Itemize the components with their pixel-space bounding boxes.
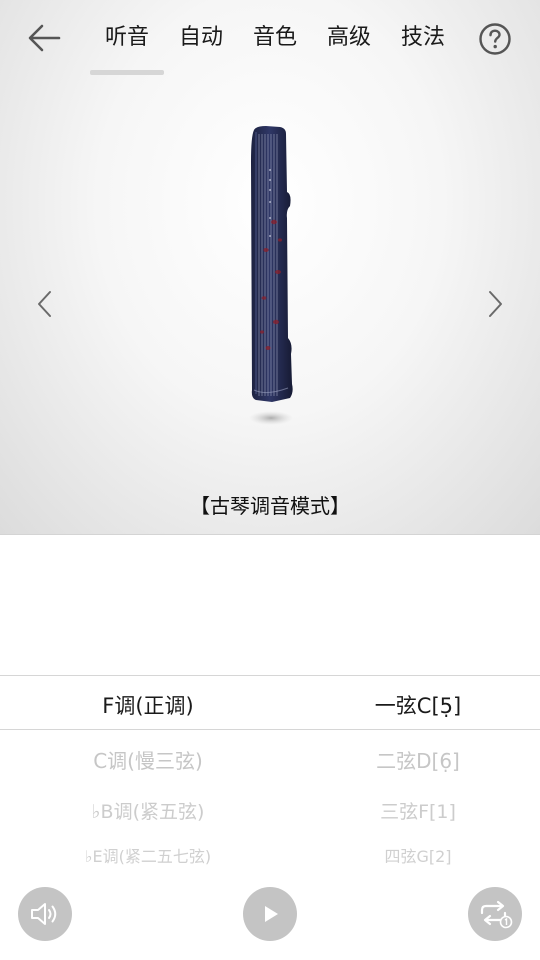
chevron-right-icon xyxy=(489,291,502,317)
top-tab-bar: 听音 自动 音色 高级 技法 xyxy=(90,18,460,75)
arrow-left-icon xyxy=(28,24,61,52)
instrument-viewer-panel: 听音 自动 音色 高级 技法 【古琴调音模式】 xyxy=(0,0,540,535)
tab-auto[interactable]: 自动 xyxy=(164,18,238,60)
string-option[interactable]: 一弦C[5̣] xyxy=(296,690,540,720)
string-option[interactable]: 二弦D[6̣] xyxy=(296,745,540,774)
tuning-option[interactable]: ♭E调(紧二五七弦) xyxy=(0,843,296,867)
picker-selection-divider xyxy=(0,729,540,730)
next-instrument-button[interactable] xyxy=(480,288,510,320)
tab-timbre[interactable]: 音色 xyxy=(238,18,312,60)
string-option[interactable]: 四弦G[2] xyxy=(296,843,540,867)
tab-listen[interactable]: 听音 xyxy=(90,18,164,75)
picker-top-divider xyxy=(0,675,540,676)
help-button[interactable] xyxy=(478,22,512,56)
play-button[interactable] xyxy=(243,887,297,941)
question-circle-icon xyxy=(479,23,511,55)
string-option[interactable]: 三弦F[1] xyxy=(296,797,540,824)
chevron-left-icon xyxy=(38,291,51,317)
tab-technique[interactable]: 技法 xyxy=(386,18,460,60)
guqin-image xyxy=(249,126,293,425)
loop-button[interactable] xyxy=(468,887,522,941)
sound-button[interactable] xyxy=(18,887,72,941)
repeat-one-icon xyxy=(480,900,513,929)
tab-advanced[interactable]: 高级 xyxy=(312,18,386,60)
previous-instrument-button[interactable] xyxy=(30,288,60,320)
tuning-option[interactable]: C调(慢三弦) xyxy=(0,745,296,774)
tuning-option[interactable]: ♭B调(紧五弦) xyxy=(0,797,296,824)
mode-label: 【古琴调音模式】 xyxy=(190,494,350,518)
back-button[interactable] xyxy=(22,18,66,58)
speaker-icon xyxy=(31,903,57,925)
play-icon xyxy=(265,906,278,922)
tuning-option[interactable]: F调(正调) xyxy=(0,690,296,720)
